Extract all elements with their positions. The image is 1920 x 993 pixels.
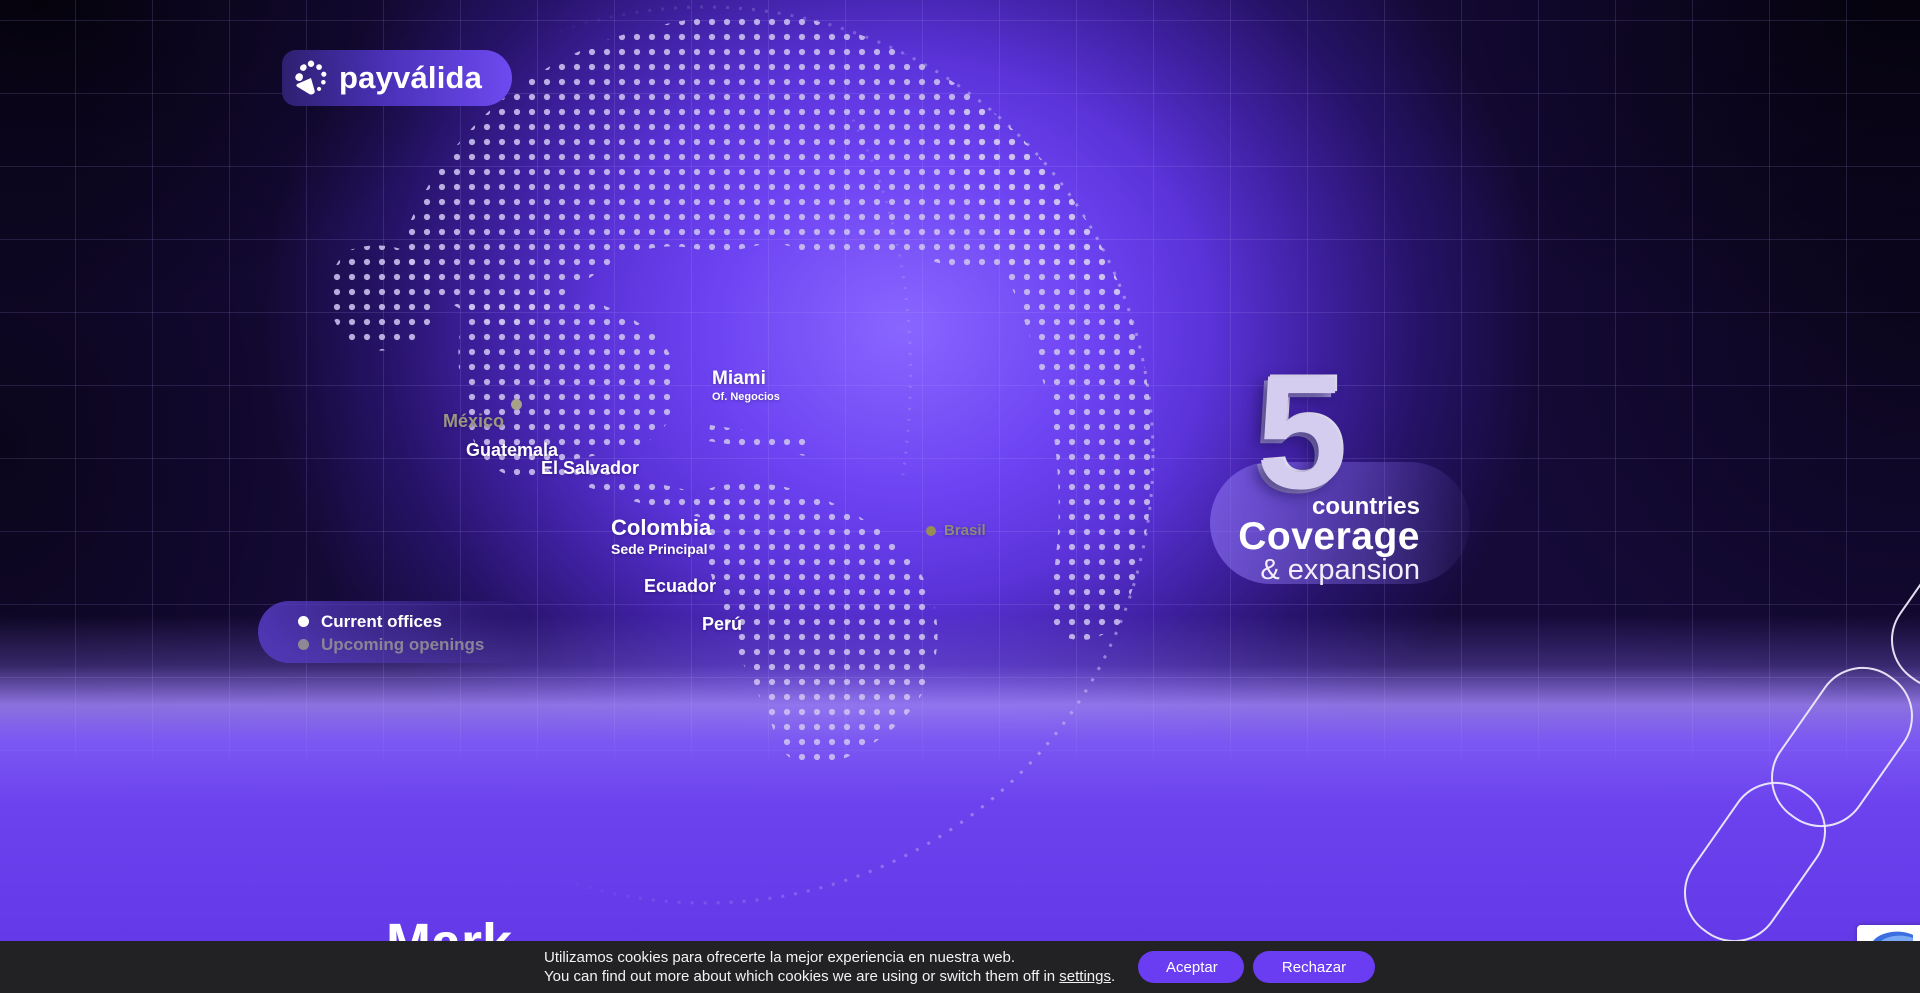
reject-cookies-button[interactable]: Rechazar <box>1253 951 1375 983</box>
cookie-settings-link[interactable]: settings <box>1059 968 1111 985</box>
legend-row-upcoming: Upcoming openings <box>298 633 530 656</box>
coverage-stats: 5 countries Coverage & expansion <box>1210 362 1420 602</box>
payvalida-logo-icon <box>292 59 330 97</box>
map-label-peru: Perú <box>702 615 742 634</box>
map-label-el-salvador: El Salvador <box>541 459 639 478</box>
map-label-ecuador: Ecuador <box>644 577 716 596</box>
upcoming-openings-dot-icon <box>298 639 309 650</box>
cookie-message: Utilizamos cookies para ofrecerte la mej… <box>544 948 1115 986</box>
map-label-brasil: Brasil <box>944 523 986 539</box>
expansion-subtitle: & expansion <box>1260 554 1420 587</box>
map-label-mexico: México <box>443 412 504 431</box>
coverage-title: Coverage <box>1238 515 1420 559</box>
legend-upcoming-label: Upcoming openings <box>321 635 484 655</box>
payvalida-logo[interactable]: payválida <box>282 50 512 106</box>
map-label-miami: Miami Of. Negocios <box>712 369 780 403</box>
cookie-line2: You can find out more about which cookie… <box>544 967 1115 986</box>
payvalida-hero-page: payválida Miami Of. Negocios México Guat… <box>0 0 1920 993</box>
accept-cookies-button[interactable]: Aceptar <box>1138 951 1244 983</box>
map-label-colombia: Colombia Sede Principal <box>611 516 711 557</box>
brasil-upcoming-dot <box>926 526 936 536</box>
label-miami-sub: Of. Negocios <box>712 392 780 404</box>
current-offices-dot-icon <box>298 616 309 627</box>
cookie-consent-banner: Utilizamos cookies para ofrecerte la mej… <box>0 941 1920 993</box>
cookie-line1: Utilizamos cookies para ofrecerte la mej… <box>544 948 1115 967</box>
mexico-upcoming-dot <box>511 399 522 410</box>
label-colombia-sub: Sede Principal <box>611 542 711 557</box>
legend-current-label: Current offices <box>321 612 442 632</box>
legend-row-current: Current offices <box>298 610 530 633</box>
label-colombia-name: Colombia <box>611 516 711 539</box>
map-legend: Current offices Upcoming openings <box>258 601 530 663</box>
world-map-dots <box>0 0 1920 993</box>
label-miami-name: Miami <box>712 369 780 389</box>
countries-count: 5 <box>1256 352 1346 514</box>
payvalida-logo-text: payválida <box>339 60 482 96</box>
